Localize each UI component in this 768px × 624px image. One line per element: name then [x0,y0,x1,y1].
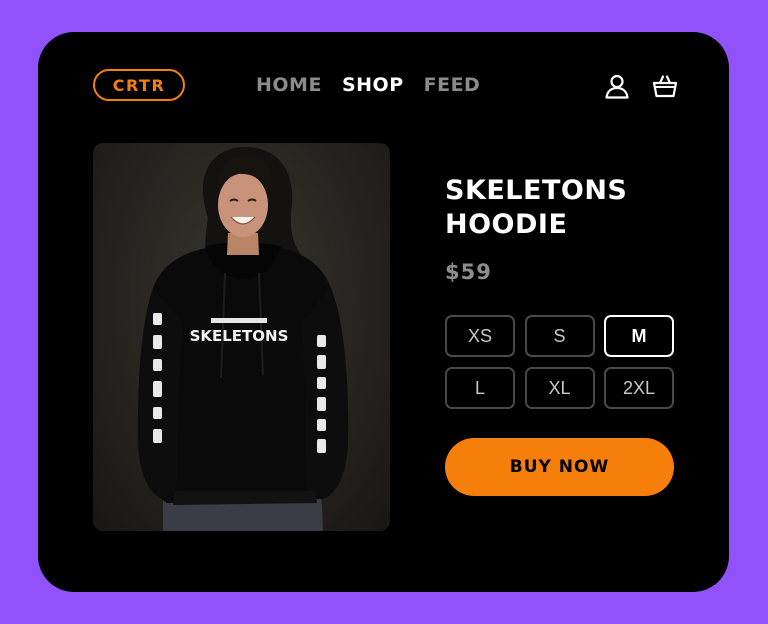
size-option-2xl[interactable]: 2XL [604,367,674,409]
size-selector: XS S M L XL 2XL [445,315,674,409]
size-option-m[interactable]: M [604,315,674,357]
product-card: CRTR HOME SHOP FEED SKELETONS SKELETONS … [38,32,729,592]
nav-item-home[interactable]: HOME [256,72,322,98]
brand-logo[interactable]: CRTR [93,69,185,101]
product-title: SKELETONS HOODIE [445,175,628,240]
size-option-xl[interactable]: XL [524,367,595,409]
buy-now-button[interactable]: BUY NOW [445,438,674,496]
nav-item-feed[interactable]: FEED [424,72,481,98]
size-option-xs[interactable]: XS [445,315,515,357]
hoodie-front-print: SKELETONS [190,327,289,345]
size-option-s[interactable]: S [524,315,595,357]
product-image: SKELETONS [93,143,390,531]
brand-logo-text: CRTR [112,75,166,95]
user-icon[interactable] [603,72,631,100]
product-price: $59 [445,260,492,284]
nav-item-shop[interactable]: SHOP [342,72,404,98]
basket-icon[interactable] [651,72,679,100]
header-actions [603,72,679,100]
size-option-l[interactable]: L [445,367,515,409]
buy-now-label: BUY NOW [509,457,610,477]
main-nav: HOME SHOP FEED [256,72,480,98]
